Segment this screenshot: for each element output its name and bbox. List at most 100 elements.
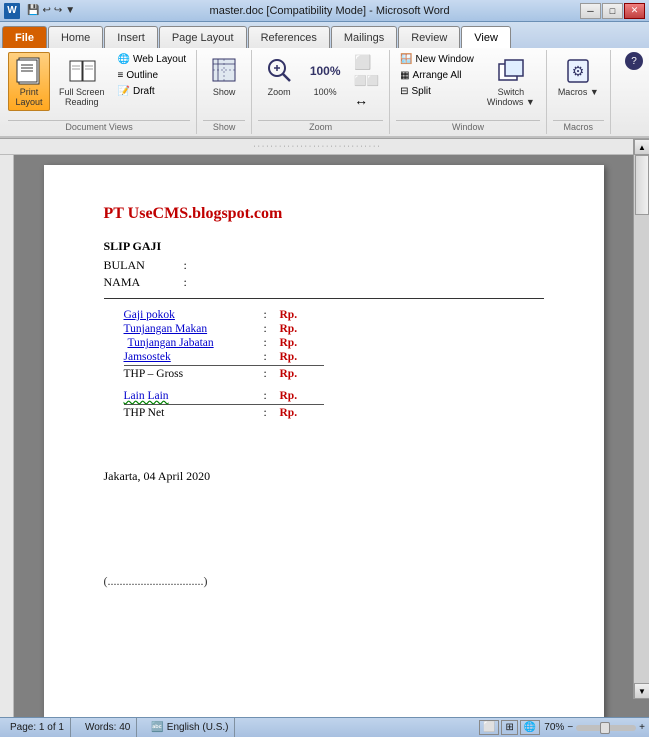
top-divider xyxy=(104,298,544,299)
outline-button[interactable]: ≡ Outline xyxy=(114,68,191,83)
macros-group-label: Macros xyxy=(553,120,604,132)
switch-windows-label: SwitchWindows ▼ xyxy=(487,88,535,108)
zoom-icon xyxy=(263,55,295,87)
language-text: English (U.S.) xyxy=(167,722,229,733)
print-layout-label: PrintLayout xyxy=(15,88,42,108)
one-page-button[interactable]: ⬜ xyxy=(350,52,383,73)
title-bar: W 💾 ↩ ↪ ▼ master.doc [Compatibility Mode… xyxy=(0,0,649,22)
small-view-buttons: 🌐 Web Layout ≡ Outline 📝 Draft xyxy=(114,52,191,99)
ribbon: PrintLayout xyxy=(0,48,649,138)
zoom-content: Zoom 100% 100% ⬜ ⬜⬜ ↔ xyxy=(258,52,383,118)
tunjangan-makan-value: Rp. xyxy=(280,323,298,335)
new-window-button[interactable]: 🪟 New Window xyxy=(396,52,478,67)
view-print-btn[interactable]: ⬜ xyxy=(479,720,499,735)
tab-pagelayout[interactable]: Page Layout xyxy=(159,26,247,48)
minimize-button[interactable]: ─ xyxy=(580,3,601,19)
print-layout-icon xyxy=(13,55,45,87)
thp-gross-colon: : xyxy=(264,368,280,380)
zoom-100-button[interactable]: 100% 100% xyxy=(304,52,346,101)
ruler-horizontal: · · · · · · · · · · · · · · · · · · · · … xyxy=(0,139,633,155)
page-width-button[interactable]: ↔ xyxy=(350,90,383,110)
doc-content: PT UseCMS.blogspot.com SLIP GAJI BULAN :… xyxy=(104,205,544,589)
draft-button[interactable]: 📝 Draft xyxy=(114,84,191,99)
vertical-scrollbar[interactable]: ▲ ▼ xyxy=(633,139,649,699)
scrollbar-thumb[interactable] xyxy=(635,155,649,215)
zoom-button[interactable]: Zoom xyxy=(258,52,300,101)
slip-gaji-header: SLIP GAJI xyxy=(104,239,544,254)
salary-row-tunjangan-jabatan: Tunjangan Jabatan : Rp. xyxy=(124,337,544,349)
scrollbar-track[interactable] xyxy=(634,155,649,683)
show-content: Show xyxy=(203,52,245,118)
jamsostek-label: Jamsostek xyxy=(124,351,264,363)
ribbon-group-zoom: Zoom 100% 100% ⬜ ⬜⬜ ↔ xyxy=(254,50,390,134)
scroll-down-button[interactable]: ▼ xyxy=(634,683,649,699)
help-button[interactable]: ? xyxy=(625,52,643,70)
tab-file[interactable]: File xyxy=(2,26,47,48)
zoom-area: 70% − + xyxy=(544,722,645,733)
zoom-slider[interactable] xyxy=(576,725,636,731)
tab-bar: File Home Insert Page Layout References … xyxy=(0,22,649,48)
show-button[interactable]: Show xyxy=(203,52,245,101)
title-bar-left: W 💾 ↩ ↪ ▼ xyxy=(4,3,79,19)
full-screen-label: Full ScreenReading xyxy=(59,88,105,108)
full-screen-reading-button[interactable]: Full ScreenReading xyxy=(54,52,110,111)
svg-text:⚙: ⚙ xyxy=(572,63,585,79)
zoom-minus-btn[interactable]: − xyxy=(567,722,573,733)
split-button[interactable]: ⊟ Split xyxy=(396,84,478,99)
close-button[interactable]: ✕ xyxy=(624,3,645,19)
macros-content: ⚙ Macros ▼ xyxy=(553,52,604,118)
tab-references[interactable]: References xyxy=(248,26,330,48)
two-page-button[interactable]: ⬜⬜ xyxy=(350,74,383,89)
ribbon-area: File Home Insert Page Layout References … xyxy=(0,22,649,139)
view-web-btn[interactable]: 🌐 xyxy=(520,720,540,735)
split-label: Split xyxy=(411,86,430,97)
switch-windows-icon xyxy=(495,55,527,87)
salary-table: Gaji pokok : Rp. Tunjangan Makan : Rp. xyxy=(124,309,544,419)
app-window: W 💾 ↩ ↪ ▼ master.doc [Compatibility Mode… xyxy=(0,0,649,737)
view-fullscreen-btn[interactable]: ⊞ xyxy=(501,720,517,735)
dropdown-qa-btn[interactable]: ▼ xyxy=(65,5,75,16)
web-layout-button[interactable]: 🌐 Web Layout xyxy=(114,52,191,67)
status-bar: Page: 1 of 1 Words: 40 🔤 English (U.S.) … xyxy=(0,717,649,737)
tab-review[interactable]: Review xyxy=(398,26,460,48)
tab-mailings[interactable]: Mailings xyxy=(331,26,397,48)
web-layout-icon: 🌐 xyxy=(118,54,130,65)
tab-view[interactable]: View xyxy=(461,26,511,48)
page-width-icon: ↔ xyxy=(354,92,368,108)
thp-gross-label: THP – Gross xyxy=(124,368,264,380)
ribbon-group-macros: ⚙ Macros ▼ Macros xyxy=(549,50,611,134)
bulan-row: BULAN : xyxy=(104,258,544,273)
zoom-slider-thumb[interactable] xyxy=(600,722,610,734)
tab-insert[interactable]: Insert xyxy=(104,26,158,48)
spacer1 xyxy=(124,382,544,390)
draft-icon: 📝 xyxy=(118,86,130,97)
window-controls: ─ □ ✕ xyxy=(580,3,645,19)
thp-net-label: THP Net xyxy=(124,407,264,419)
view-mode-icons: ⬜ ⊞ 🌐 xyxy=(479,720,540,735)
nama-row: NAMA : xyxy=(104,275,544,290)
signature-space xyxy=(104,504,544,544)
redo-qa-btn[interactable]: ↪ xyxy=(54,5,62,16)
switch-windows-button[interactable]: SwitchWindows ▼ xyxy=(482,52,540,111)
tunjangan-makan-colon: : xyxy=(264,323,280,335)
tab-home[interactable]: Home xyxy=(48,26,103,48)
window-content: 🪟 New Window ▦ Arrange All ⊟ Split xyxy=(396,52,540,118)
signature-line: (................................) xyxy=(104,574,544,589)
undo-qa-btn[interactable]: ↩ xyxy=(42,5,50,16)
arrange-all-button[interactable]: ▦ Arrange All xyxy=(396,68,478,83)
maximize-button[interactable]: □ xyxy=(602,3,623,19)
jamsostek-colon: : xyxy=(264,351,280,363)
gaji-value: Rp. xyxy=(280,309,298,321)
salary-row-gaji: Gaji pokok : Rp. xyxy=(124,309,544,321)
draft-label: Draft xyxy=(133,86,155,97)
macros-button[interactable]: ⚙ Macros ▼ xyxy=(553,52,604,101)
show-group-label: Show xyxy=(203,120,245,132)
zoom-plus-btn[interactable]: + xyxy=(639,722,645,733)
document-views-label: Document Views xyxy=(8,120,190,132)
save-qa-btn[interactable]: 💾 xyxy=(27,5,39,16)
macros-label: Macros ▼ xyxy=(558,88,599,98)
lain-lain-underline xyxy=(124,404,324,405)
show-label: Show xyxy=(213,88,236,98)
scroll-up-button[interactable]: ▲ xyxy=(634,139,649,155)
print-layout-button[interactable]: PrintLayout xyxy=(8,52,50,111)
